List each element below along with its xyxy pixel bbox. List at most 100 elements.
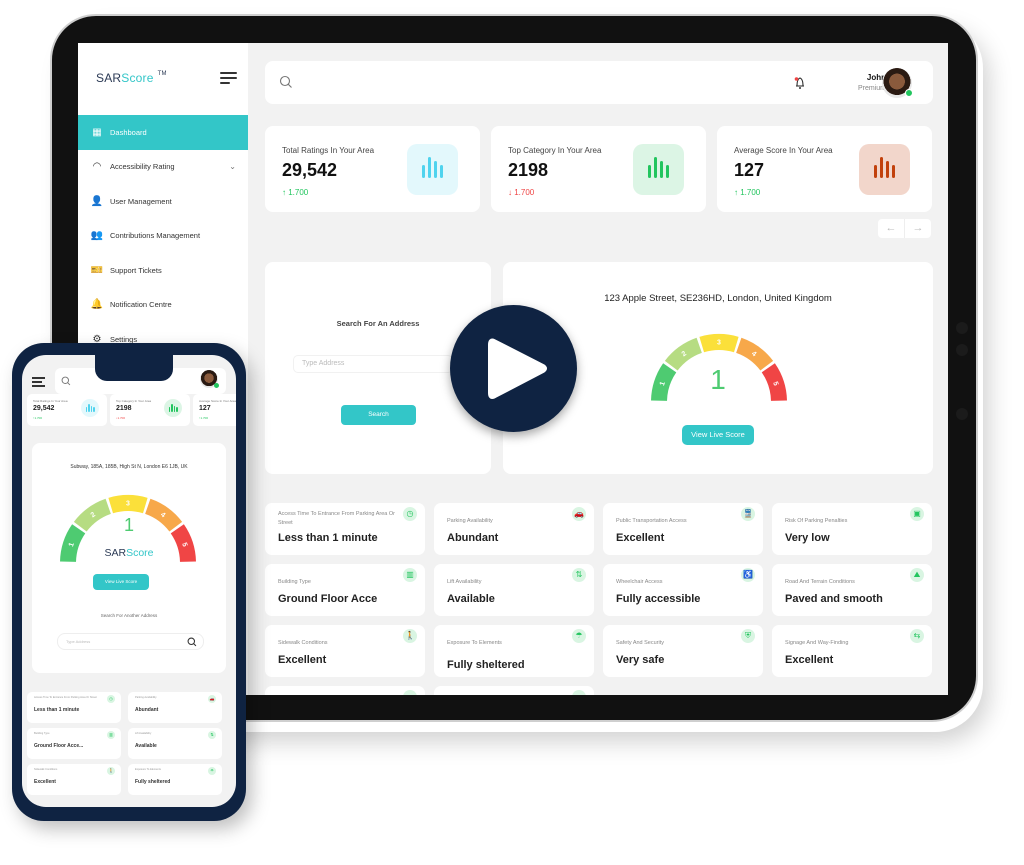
attribute-label: Sidewalk Conditions bbox=[278, 640, 328, 646]
attribute-card[interactable]: Signage And Way-Finding Excellent ⇆ bbox=[772, 625, 932, 677]
phone-search-icon[interactable] bbox=[61, 376, 71, 386]
phone-notch bbox=[95, 353, 173, 381]
sidebar-item-accessibility-rating[interactable]: ◠ Accessibility Rating ⌄ bbox=[78, 150, 248, 185]
sidebar-nav: ▦ Dashboard ◠ Accessibility Rating ⌄ 👤 User Ma… bbox=[78, 115, 248, 357]
sidebar-item-dashboard[interactable]: ▦ Dashboard bbox=[78, 115, 248, 150]
attribute-card[interactable]: Sidewalk Conditions Excellent 🚶 bbox=[265, 625, 425, 677]
phone-attribute-card[interactable]: Lift Availability Available ⇅ bbox=[128, 728, 222, 759]
attribute-value: Very safe bbox=[616, 654, 665, 666]
phone-screen: John Premium Total Ratings In Your Area2… bbox=[22, 355, 236, 807]
grid-icon: ▦ bbox=[92, 126, 102, 138]
attribute-value: Excellent bbox=[278, 654, 327, 666]
phone-avatar[interactable] bbox=[200, 370, 219, 388]
wheelchair-icon: ♿ bbox=[741, 568, 755, 582]
attribute-card[interactable]: Risk Of Parking Penalties Very low ▣ bbox=[772, 503, 932, 555]
phone-attribute-value: Less than 1 minute bbox=[34, 707, 80, 713]
attribute-card[interactable]: Access Time To Entrance From Parking Are… bbox=[265, 503, 425, 555]
play-video-button[interactable] bbox=[450, 305, 577, 432]
stat-label: Total Ratings In Your Area bbox=[282, 146, 375, 155]
address-input[interactable]: Type Address bbox=[293, 355, 453, 373]
weather-icon: ☂ bbox=[208, 767, 216, 775]
phone-attribute-card[interactable]: Parking Availability Abundant 🚗 bbox=[128, 692, 222, 723]
phone-stat-delta: ↑1.700 bbox=[199, 416, 208, 420]
attribute-icon bbox=[403, 690, 417, 695]
search-icon[interactable] bbox=[279, 75, 293, 89]
attribute-card[interactable]: Safety And Security Very safe ⛨ bbox=[603, 625, 763, 677]
sidebar-item-contributions-management[interactable]: 👥 Contributions Management bbox=[78, 219, 248, 254]
phone-address-search-icon[interactable] bbox=[187, 637, 197, 647]
attribute-value: Available bbox=[447, 593, 495, 605]
attribute-label: Road And Terrain Conditions bbox=[785, 579, 855, 585]
gauge-segment-label: 3 bbox=[717, 340, 721, 347]
stat-delta-value: 1.700 bbox=[514, 188, 535, 197]
online-status-icon bbox=[905, 89, 913, 97]
phone-menu-icon[interactable] bbox=[32, 377, 45, 389]
phone-brand-logo: SARScore bbox=[32, 547, 226, 559]
view-live-score-button[interactable]: View Live Score bbox=[682, 425, 754, 445]
phone-stat-value: 29,542 bbox=[33, 405, 55, 412]
sidebar-item-label: Contributions Management bbox=[110, 231, 201, 241]
attribute-label: Lift Availability bbox=[447, 579, 482, 585]
next-arrow-button[interactable]: → bbox=[905, 219, 931, 238]
phone-frame: John Premium Total Ratings In Your Area2… bbox=[12, 343, 246, 821]
sidebar-item-support-tickets[interactable]: 🎫 Support Tickets bbox=[78, 253, 248, 288]
logo-sar: SAR bbox=[96, 71, 122, 85]
lift-icon: ⇅ bbox=[208, 731, 216, 739]
avatar[interactable] bbox=[882, 68, 913, 98]
phone-stat-delta: ↓1.700 bbox=[116, 416, 125, 420]
stat-card: Top Category In Your Area 2198 ↓ 1.700 bbox=[491, 126, 706, 212]
phone-attribute-card[interactable]: Exposure To Elements Fully sheltered ☂ bbox=[128, 764, 222, 795]
stat-label: Top Category In Your Area bbox=[508, 146, 602, 155]
phone-attribute-label: Building Type bbox=[34, 732, 50, 735]
tablet-button bbox=[956, 322, 968, 334]
attribute-card[interactable]: Road And Terrain Conditions Paved and smo… bbox=[772, 564, 932, 616]
phone-delta-value: 1.700 bbox=[200, 416, 209, 420]
road-icon: ⛰ bbox=[910, 568, 924, 582]
sidebar-item-user-management[interactable]: 👤 User Management bbox=[78, 184, 248, 219]
phone-attribute-label: Access Time To Entrance From Parking Are… bbox=[34, 696, 97, 699]
stat-delta-value: 1.700 bbox=[288, 188, 309, 197]
attribute-card-partial bbox=[434, 686, 594, 695]
phone-attribute-card[interactable]: Sidewalk Conditions Excellent 🚶 bbox=[27, 764, 121, 795]
search-button[interactable]: Search bbox=[341, 405, 416, 425]
attribute-label: Building Type bbox=[278, 579, 311, 585]
bar-chart-icon bbox=[407, 144, 458, 195]
logo[interactable]: SARScore TM bbox=[96, 71, 167, 85]
attribute-card[interactable]: Exposure To Elements Fully sheltered ☂ bbox=[434, 625, 594, 677]
car-icon: 🚗 bbox=[208, 695, 216, 703]
phone-attribute-card[interactable]: Building Type Ground Floor Acce... ▥ bbox=[27, 728, 121, 759]
phone-score-address: Subway, 185A, 185B, High St N, London E6… bbox=[70, 464, 188, 470]
arrow-down-icon: ↓ bbox=[508, 188, 512, 197]
prev-arrow-button[interactable]: ← bbox=[878, 219, 905, 238]
stat-value: 29,542 bbox=[282, 160, 338, 180]
menu-toggle-icon[interactable] bbox=[220, 72, 237, 87]
stat-delta-value: 1.700 bbox=[740, 188, 761, 197]
pedestrian-icon: 🚶 bbox=[403, 629, 417, 643]
attribute-card[interactable]: Parking Availability Abundant 🚗 bbox=[434, 503, 594, 555]
train-icon: 🚆 bbox=[741, 507, 755, 521]
user-name: John bbox=[866, 73, 886, 82]
phone-attribute-label: Parking Availability bbox=[135, 696, 157, 699]
sidebar-item-notification-centre[interactable]: 🔔 Notification Centre bbox=[78, 288, 248, 323]
phone-address-input[interactable]: Type Address bbox=[57, 633, 204, 650]
phone-score-panel: Subway, 185A, 185B, High St N, London E6… bbox=[32, 443, 226, 673]
bar-chart-icon bbox=[633, 144, 684, 195]
attribute-card[interactable]: Wheelchair Access Fully accessible ♿ bbox=[603, 564, 763, 616]
sidebar-item-label: Support Tickets bbox=[110, 265, 162, 275]
lift-icon: ⇅ bbox=[572, 568, 586, 582]
stat-delta: ↑ 1.700 bbox=[282, 188, 308, 197]
attribute-label: Signage And Way-Finding bbox=[785, 640, 849, 646]
phone-brand-score: Score bbox=[126, 547, 154, 559]
attribute-card[interactable]: Public Transportation Access Excellent 🚆 bbox=[603, 503, 763, 555]
notification-bell-icon[interactable] bbox=[793, 74, 807, 90]
phone-stat-label: Average Score In Your Area bbox=[199, 399, 236, 403]
attribute-card[interactable]: Lift Availability Available ⇅ bbox=[434, 564, 594, 616]
building-icon: ▥ bbox=[107, 731, 115, 739]
tablet-button bbox=[956, 344, 968, 356]
phone-stat-card: Total Ratings In Your Area 29,542 ↑1.700 bbox=[27, 394, 107, 426]
chevron-down-icon[interactable]: ⌄ bbox=[229, 162, 236, 171]
phone-view-live-score-button[interactable]: View Live Score bbox=[93, 574, 149, 590]
attribute-card[interactable]: Building Type Ground Floor Acce ▥ bbox=[265, 564, 425, 616]
phone-attribute-card[interactable]: Access Time To Entrance From Parking Are… bbox=[27, 692, 121, 723]
arrow-up-icon: ↑ bbox=[734, 188, 738, 197]
